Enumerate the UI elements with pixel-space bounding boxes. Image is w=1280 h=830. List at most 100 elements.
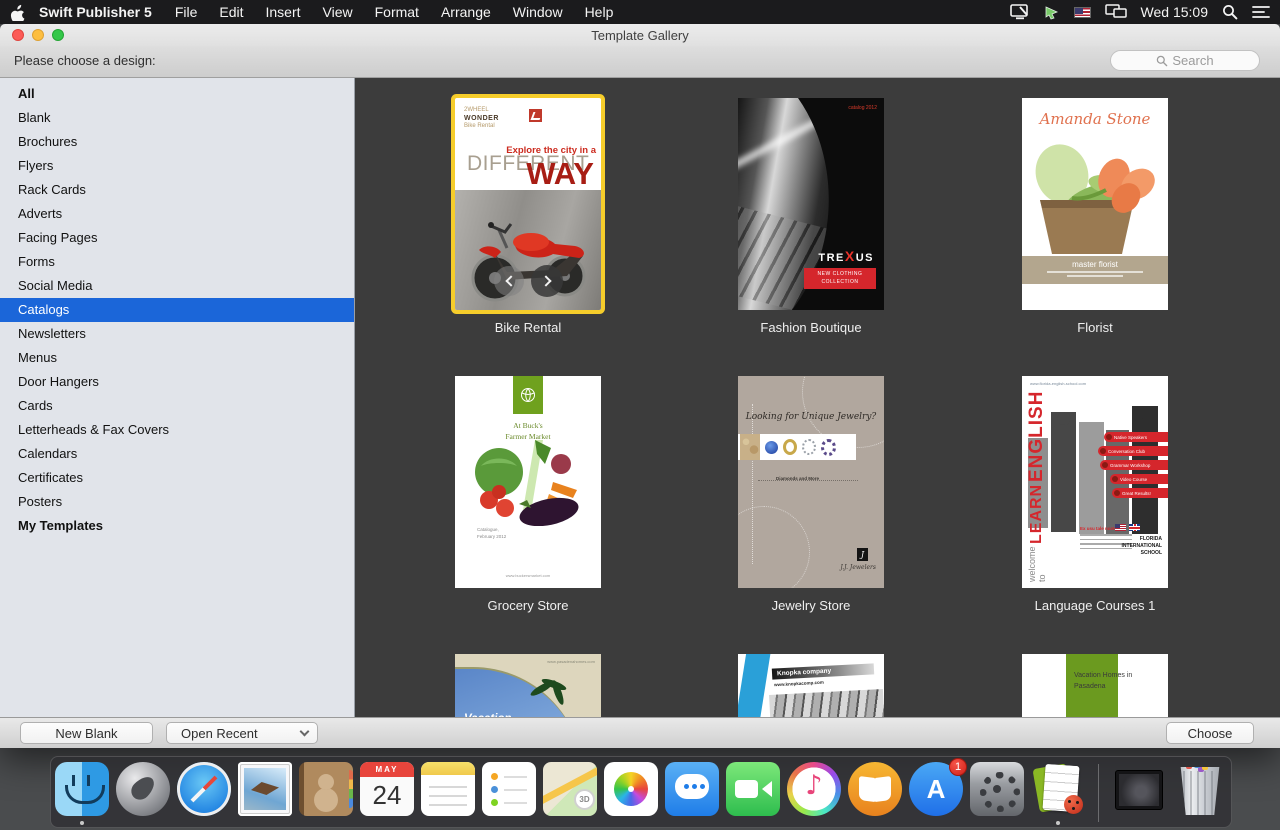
template-card-knopka[interactable]: nt cent Knopka company www.knopkacomp.co… <box>738 654 884 717</box>
template-label: Jewelry Store <box>731 598 891 613</box>
pattern-tile <box>740 434 760 460</box>
fashion-brand: TREXUS <box>818 248 874 264</box>
sidebar-item-catalogs[interactable]: Catalogs <box>0 298 354 322</box>
chevron-right-icon <box>540 275 551 286</box>
dock-reminders[interactable] <box>480 760 538 826</box>
template-card-florist[interactable]: Amanda Stone master florist <box>1022 98 1168 310</box>
window-titlebar[interactable]: Template Gallery <box>0 24 1280 46</box>
sidebar-item-blank[interactable]: Blank <box>0 106 354 130</box>
template-card-jewelry-store[interactable]: Looking for Unique Jewelry? Diamonds and… <box>738 376 884 588</box>
next-page-button[interactable] <box>531 265 563 297</box>
menubar-clock[interactable]: Wed 15:09 <box>1141 4 1208 20</box>
menu-bar: Swift Publisher 5 FileEditInsertViewForm… <box>0 0 1280 24</box>
palm-leaves <box>529 677 569 703</box>
sidebar-item-newsletters[interactable]: Newsletters <box>0 322 354 346</box>
sidebar-item-flyers[interactable]: Flyers <box>0 154 354 178</box>
template-label: Fashion Boutique <box>731 320 891 335</box>
person-silhouette <box>1051 412 1076 532</box>
template-card-grocery-store[interactable]: At Buck's Farmer Market <box>455 376 601 588</box>
prev-page-button[interactable] <box>494 266 524 296</box>
blue-stripe: nt cent <box>738 654 771 717</box>
sidebar-item-posters[interactable]: Posters <box>0 490 354 514</box>
pointer-tool-icon[interactable] <box>1044 5 1060 20</box>
sidebar-item-all[interactable]: All <box>0 82 354 106</box>
dock-separator <box>1098 764 1099 822</box>
displays-icon[interactable] <box>1105 4 1127 20</box>
sidebar-item-facing-pages[interactable]: Facing Pages <box>0 226 354 250</box>
template-card-vacation[interactable]: www.pasadenahomes.com Vacation <box>455 654 601 717</box>
choose-button[interactable]: Choose <box>1166 722 1254 744</box>
template-card-bike-rental[interactable]: 2WHEEL WONDER Bike Rental Explore the ci… <box>455 98 601 310</box>
screen-share-icon[interactable] <box>1010 4 1030 20</box>
dock-ibooks[interactable] <box>846 760 904 826</box>
mail-icon <box>238 762 292 816</box>
sidebar-item-social-media[interactable]: Social Media <box>0 274 354 298</box>
sidebar-item-rack-cards[interactable]: Rack Cards <box>0 178 354 202</box>
template-card-vacation-homes[interactable]: Vacation Homes in Pasadena <box>1022 654 1168 717</box>
gallery-content: AllBlankBrochuresFlyersRack CardsAdverts… <box>0 78 1280 717</box>
dock-sysprefs[interactable] <box>968 760 1026 826</box>
dock-contacts[interactable] <box>297 760 355 826</box>
template-card-language-courses[interactable]: www.florida-english-school.com welcome t… <box>1022 376 1168 588</box>
search-input[interactable]: Search <box>1110 50 1260 71</box>
open-recent-dropdown[interactable]: Open Recent <box>166 722 318 744</box>
dock-swiftpub[interactable] <box>1029 760 1087 826</box>
flags <box>1115 524 1140 531</box>
dock-minwindow[interactable] <box>1110 760 1168 826</box>
dock-finder[interactable] <box>53 760 111 826</box>
sidebar-item-calendars[interactable]: Calendars <box>0 442 354 466</box>
dock-maps[interactable]: 3D <box>541 760 599 826</box>
menu-edit[interactable]: Edit <box>208 4 254 20</box>
template-gallery-window: Template Gallery Please choose a design:… <box>0 24 1280 748</box>
menu-arrange[interactable]: Arrange <box>430 4 502 20</box>
sidebar-item-certificates[interactable]: Certificates <box>0 466 354 490</box>
menu-view[interactable]: View <box>312 4 364 20</box>
spotlight-icon[interactable] <box>1222 4 1238 20</box>
sidebar-item-cards[interactable]: Cards <box>0 394 354 418</box>
fashion-corner-text: catalog 2012 <box>848 105 877 111</box>
menu-file[interactable]: File <box>164 4 209 20</box>
dock-launchpad[interactable] <box>114 760 172 826</box>
language-url: www.florida-english-school.com <box>1030 381 1086 386</box>
sidebar-item-menus[interactable]: Menus <box>0 346 354 370</box>
sidebar-item-adverts[interactable]: Adverts <box>0 202 354 226</box>
dock-itunes[interactable] <box>785 760 843 826</box>
trash-icon <box>1179 765 1221 815</box>
facetime-icon <box>726 762 780 816</box>
input-source-flag-icon[interactable] <box>1074 7 1091 18</box>
template-label: Florist <box>1015 320 1175 335</box>
dock-mail[interactable] <box>236 760 294 826</box>
menu-window[interactable]: Window <box>502 4 574 20</box>
chevron-down-icon <box>300 727 310 737</box>
dock-appstore[interactable]: 1 <box>907 760 965 826</box>
dock-calendar[interactable]: MAY24 <box>358 760 416 826</box>
dock-safari[interactable] <box>175 760 233 826</box>
template-label: Grocery Store <box>448 598 608 613</box>
messages-icon <box>665 762 719 816</box>
blue-gem <box>765 441 778 454</box>
dock-facetime[interactable] <box>724 760 782 826</box>
sidebar-item-forms[interactable]: Forms <box>0 250 354 274</box>
search-placeholder: Search <box>1172 53 1213 68</box>
us-flag-icon <box>1115 524 1126 531</box>
notification-center-icon[interactable] <box>1252 5 1270 19</box>
farmer-market-logo <box>513 376 543 414</box>
dock-photos[interactable] <box>602 760 660 826</box>
sidebar-item-brochures[interactable]: Brochures <box>0 130 354 154</box>
dock-notes[interactable] <box>419 760 477 826</box>
apple-menu-icon[interactable] <box>10 4 25 21</box>
dock-trash[interactable] <box>1171 760 1229 826</box>
menubar-app-name[interactable]: Swift Publisher 5 <box>37 4 164 20</box>
sidebar-item-door-hangers[interactable]: Door Hangers <box>0 370 354 394</box>
sidebar-item-letterheads-fax-covers[interactable]: Letterheads & Fax Covers <box>0 418 354 442</box>
template-card-fashion-boutique[interactable]: catalog 2012 TREXUS NEW CLOTHING COLLECT… <box>738 98 884 310</box>
notes-icon <box>421 762 475 816</box>
menu-help[interactable]: Help <box>574 4 625 20</box>
photos-icon <box>604 762 658 816</box>
menu-format[interactable]: Format <box>364 4 430 20</box>
sidebar-item-my-templates[interactable]: My Templates <box>0 514 354 538</box>
template-label: Language Courses 1 <box>1015 598 1175 613</box>
dock-messages[interactable] <box>663 760 721 826</box>
new-blank-button[interactable]: New Blank <box>20 722 153 744</box>
menu-insert[interactable]: Insert <box>255 4 312 20</box>
